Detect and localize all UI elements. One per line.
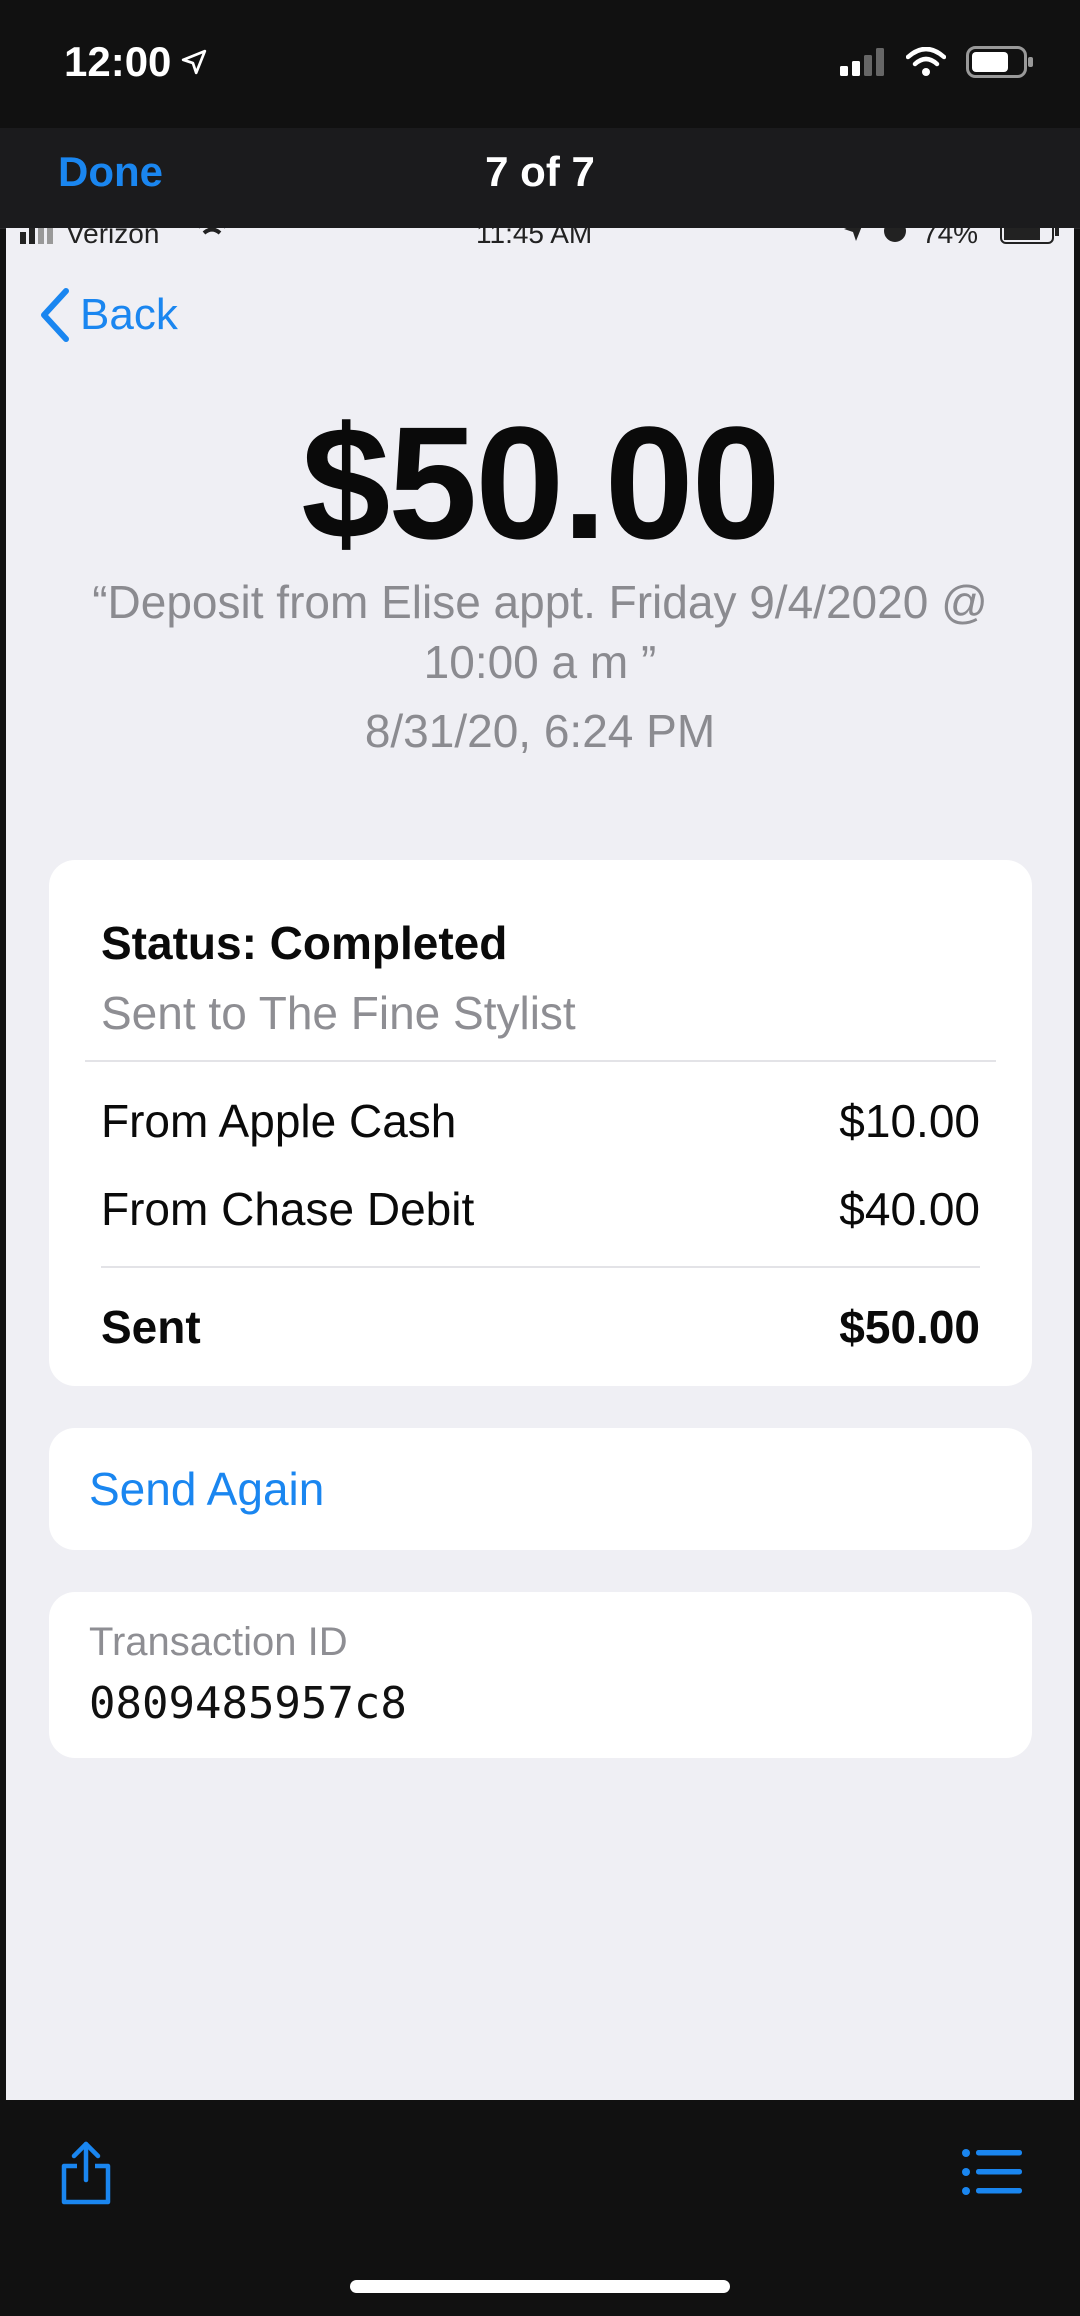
funding-row-chase-debit: From Chase Debit $40.00 (101, 1182, 980, 1236)
funding-source-label: From Apple Cash (101, 1095, 457, 1147)
inner-wifi-icon (196, 228, 228, 244)
back-button[interactable]: Back (40, 288, 178, 342)
status-card: Status: Completed Sent to The Fine Styli… (49, 860, 1032, 1386)
status-title: Status: Completed (101, 917, 508, 969)
location-arrow-icon (182, 49, 207, 75)
home-indicator[interactable] (350, 2280, 730, 2293)
viewer-nav-bar: Done 7 of 7 (0, 128, 1080, 229)
inner-carrier: Verizon (66, 228, 160, 244)
funding-row-apple-cash: From Apple Cash $10.00 (101, 1094, 980, 1148)
battery-icon (966, 46, 1033, 78)
viewer-status-icons (840, 46, 1036, 78)
list-button[interactable] (962, 2148, 1022, 2201)
viewer-status-time-group: 12:00 (64, 38, 207, 86)
inner-location-icon (842, 228, 866, 244)
inner-time: 11:45 AM (476, 228, 593, 244)
viewer-status-bar: 12:00 (0, 0, 1080, 128)
send-again-label: Send Again (89, 1463, 325, 1515)
share-button[interactable] (58, 2140, 114, 2211)
screenshot-image: Verizon 11:45 AM 74% Back $50.00 “Deposi… (6, 228, 1074, 2100)
share-icon (61, 2141, 111, 2205)
total-label: Sent (101, 1301, 201, 1353)
total-amount: $50.00 (839, 1301, 980, 1353)
divider (101, 1266, 980, 1268)
funding-source-amount: $40.00 (839, 1183, 980, 1235)
payment-amount: $50.00 (301, 393, 780, 572)
funding-source-amount: $10.00 (839, 1095, 980, 1147)
total-row: Sent $50.00 (101, 1300, 980, 1354)
list-icon (962, 2149, 1022, 2195)
back-label: Back (80, 290, 178, 339)
status-recipient: Sent to The Fine Stylist (101, 987, 576, 1039)
done-button[interactable]: Done (58, 148, 163, 196)
wifi-icon (906, 47, 946, 76)
viewer-status-time: 12:00 (64, 38, 172, 85)
inner-signal-icon (20, 228, 54, 244)
divider (85, 1060, 996, 1062)
inner-status-bar: Verizon 11:45 AM 74% (6, 228, 1074, 244)
funding-source-label: From Chase Debit (101, 1183, 475, 1235)
payment-date: 8/31/20, 6:24 PM (364, 705, 716, 757)
payment-memo: “Deposit from Elise appt. Friday 9/4/202… (92, 576, 988, 688)
send-again-button[interactable]: Send Again (49, 1428, 1032, 1550)
inner-alarm-icon (882, 228, 908, 244)
transaction-id-value: 0809485957c8 (89, 1678, 407, 1729)
inner-battery-icon (1000, 228, 1060, 244)
inner-battery-percent: 74% (922, 228, 979, 244)
transaction-id-card: Transaction ID 0809485957c8 (49, 1592, 1032, 1758)
cellular-signal-icon (840, 48, 884, 76)
chevron-left-icon (41, 288, 69, 342)
transaction-id-label: Transaction ID (89, 1620, 348, 1664)
